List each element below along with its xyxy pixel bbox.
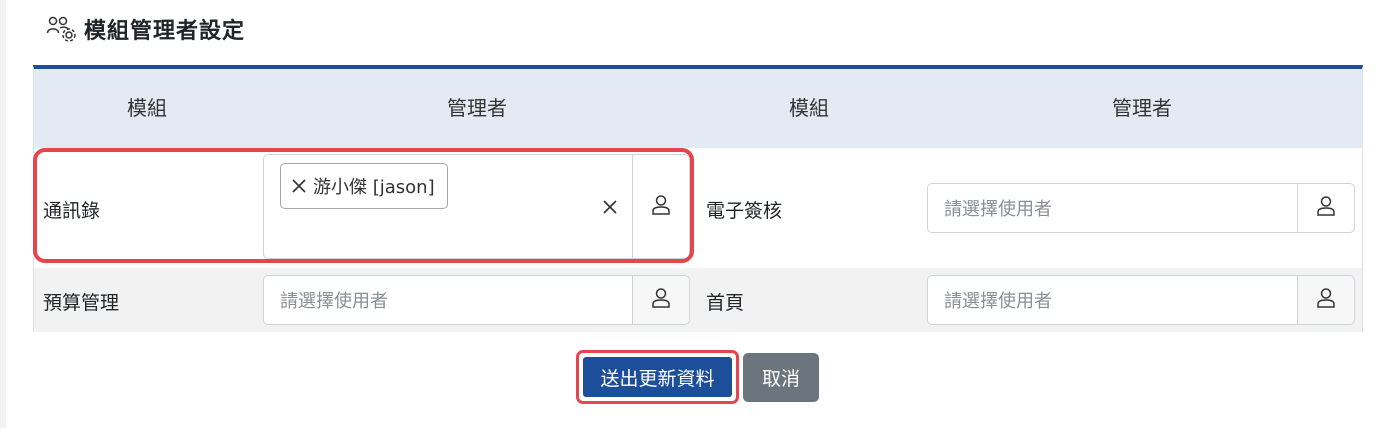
cancel-button[interactable]: 取消 xyxy=(743,353,819,402)
choose-user-button[interactable] xyxy=(1297,275,1355,325)
choose-user-button[interactable] xyxy=(632,275,690,325)
selected-user-tag: 游小傑 [jason] xyxy=(280,163,448,209)
header-admin-left: 管理者 xyxy=(447,96,507,120)
module-admin-table: 模組 管理者 模組 管理者 通訊錄 游小傑 [jason] 電子簽核 請選擇使用… xyxy=(33,65,1363,332)
user-icon xyxy=(651,287,671,313)
admin-select-esign[interactable]: 請選擇使用者 xyxy=(927,183,1297,233)
admin-picker-budget: 請選擇使用者 xyxy=(263,275,690,325)
user-select-placeholder: 請選擇使用者 xyxy=(944,199,1052,220)
page-title: 模組管理者設定 xyxy=(46,13,245,45)
table-header: 模組 管理者 模組 管理者 xyxy=(34,69,1362,148)
user-select-placeholder: 請選擇使用者 xyxy=(944,291,1052,312)
module-label-esign: 電子簽核 xyxy=(706,200,783,222)
header-admin-right: 管理者 xyxy=(1112,96,1172,120)
header-module-left: 模組 xyxy=(127,96,167,120)
submit-highlight-outline: 送出更新資料 xyxy=(576,350,739,404)
admin-select-contacts[interactable]: 游小傑 [jason] xyxy=(263,154,632,259)
user-icon xyxy=(1316,287,1336,313)
selected-user-label: 游小傑 [jason] xyxy=(313,177,435,198)
admin-picker-contacts: 游小傑 [jason] xyxy=(263,154,690,259)
user-icon xyxy=(651,194,671,220)
choose-user-button[interactable] xyxy=(632,154,690,259)
choose-user-button[interactable] xyxy=(1297,183,1355,233)
page-title-text: 模組管理者設定 xyxy=(84,19,246,44)
submit-update-button[interactable]: 送出更新資料 xyxy=(583,357,732,397)
admin-picker-esign: 請選擇使用者 xyxy=(927,183,1355,233)
admin-select-budget[interactable]: 請選擇使用者 xyxy=(263,275,632,325)
users-gear-icon xyxy=(46,15,78,43)
module-label-budget: 預算管理 xyxy=(43,292,120,314)
table-row: 通訊錄 游小傑 [jason] 電子簽核 請選擇使用者 xyxy=(34,148,1362,268)
header-module-right: 模組 xyxy=(789,96,829,120)
admin-picker-home: 請選擇使用者 xyxy=(927,275,1355,325)
user-select-placeholder: 請選擇使用者 xyxy=(280,291,388,312)
module-label-contacts: 通訊錄 xyxy=(43,200,101,222)
user-icon xyxy=(1316,195,1336,221)
admin-select-home[interactable]: 請選擇使用者 xyxy=(927,275,1297,325)
page-left-edge xyxy=(0,0,6,428)
remove-tag-icon[interactable] xyxy=(291,178,307,194)
clear-selection-icon[interactable] xyxy=(600,197,620,217)
module-label-home: 首頁 xyxy=(706,292,745,314)
table-row: 預算管理 請選擇使用者 首頁 請選擇使用者 xyxy=(34,268,1362,332)
